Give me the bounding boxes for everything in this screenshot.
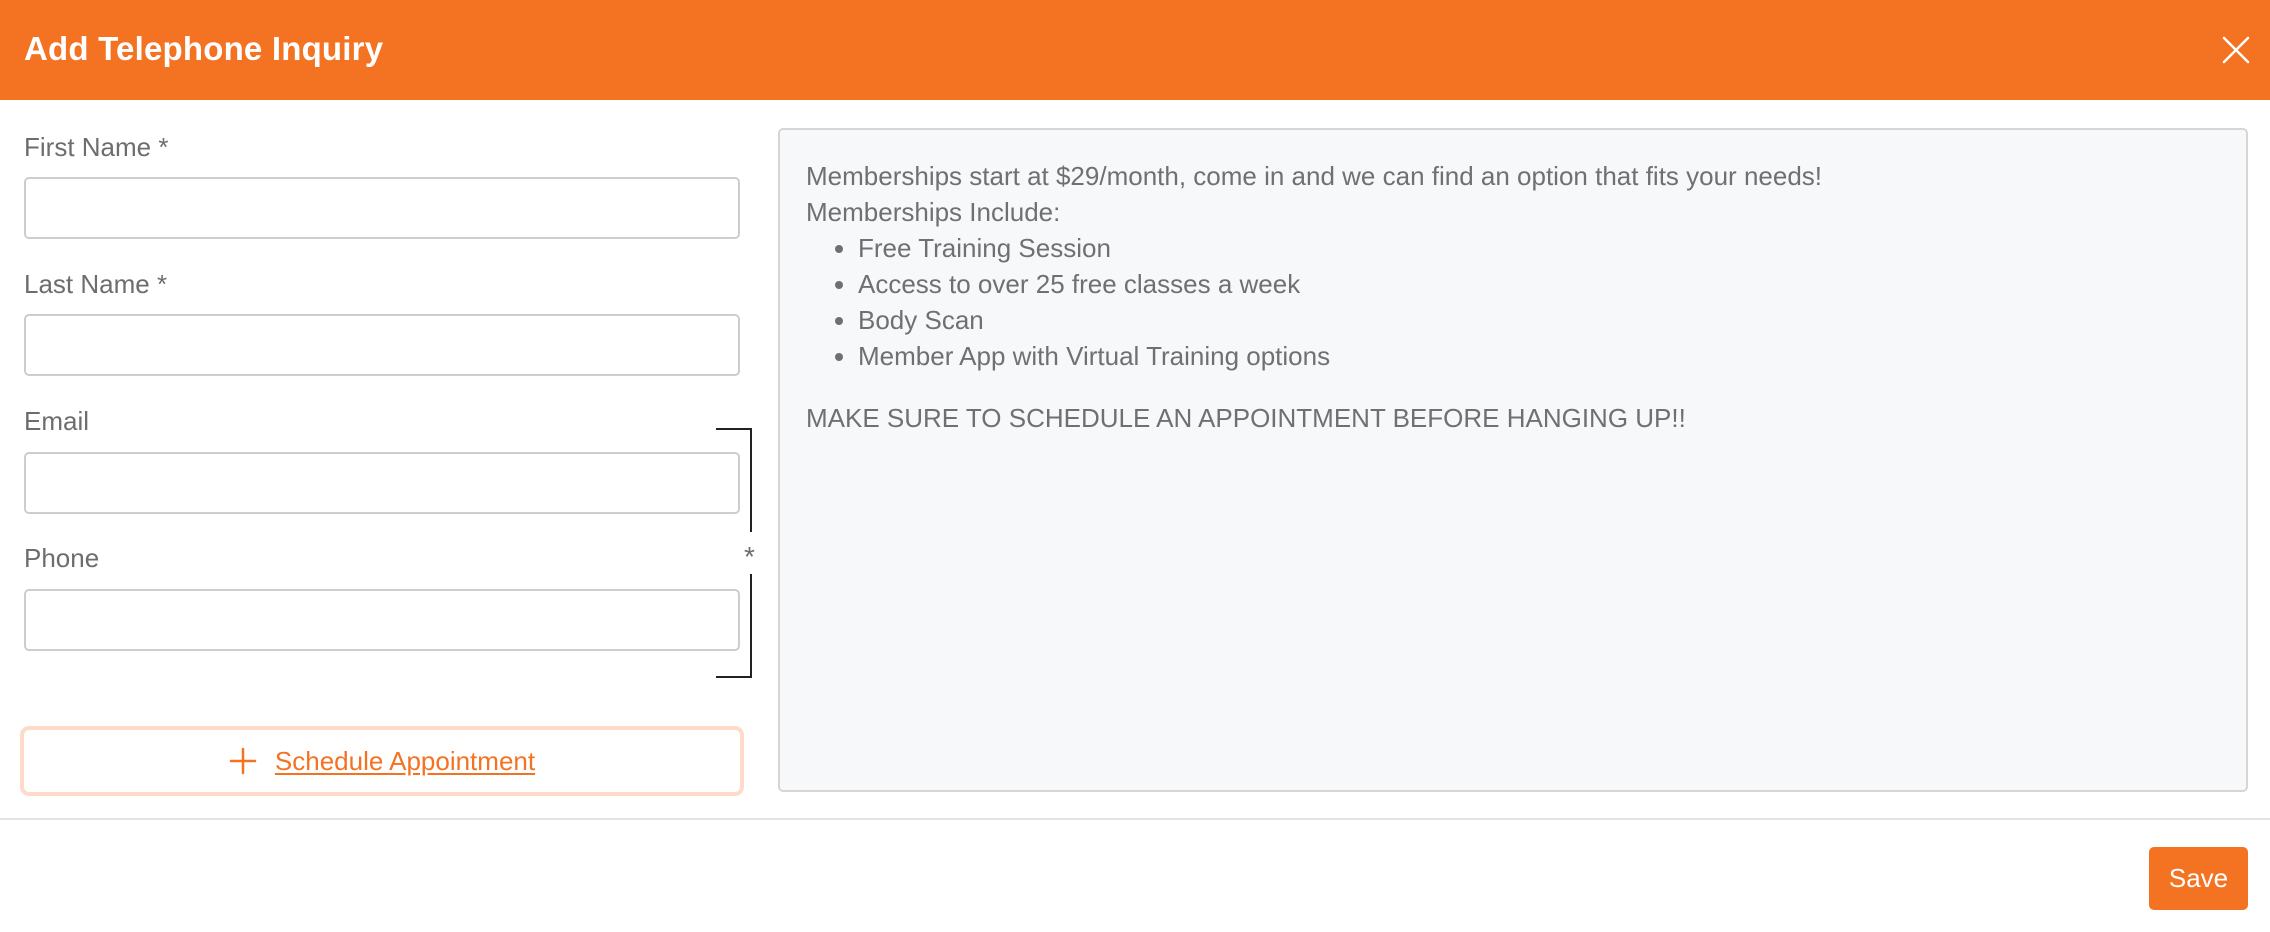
plus-icon — [229, 747, 257, 775]
membership-info-content: Memberships start at $29/month, come in … — [806, 158, 1822, 436]
contact-required-bracket-bottom — [716, 574, 752, 678]
list-item: Member App with Virtual Training options — [858, 338, 1822, 374]
modal-header: Add Telephone Inquiry — [0, 0, 2270, 100]
phone-label: Phone — [24, 543, 100, 573]
first-name-input[interactable] — [24, 177, 740, 239]
list-item: Body Scan — [858, 302, 1822, 338]
first-name-label: First Name * — [24, 132, 169, 162]
last-name-input[interactable] — [24, 314, 740, 376]
schedule-appointment-content: Schedule Appointment — [229, 746, 535, 777]
schedule-appointment-label: Schedule Appointment — [274, 745, 536, 776]
close-button[interactable] — [2220, 34, 2252, 66]
modal-title: Add Telephone Inquiry — [24, 30, 384, 67]
phone-input[interactable] — [24, 589, 740, 651]
schedule-appointment-button[interactable]: Schedule Appointment — [20, 726, 744, 796]
last-name-label: Last Name * — [24, 269, 168, 299]
add-telephone-inquiry-modal: Add Telephone Inquiry First Name * Last … — [0, 0, 2270, 932]
membership-intro: Memberships start at $29/month, come in … — [806, 161, 1823, 191]
footer-divider — [0, 818, 2270, 820]
save-button[interactable]: Save — [2149, 847, 2248, 910]
list-item: Free Training Session — [858, 230, 1822, 266]
membership-list-heading: Memberships Include: — [806, 197, 1061, 227]
membership-info-panel: Memberships start at $29/month, come in … — [778, 128, 2248, 792]
schedule-notice: MAKE SURE TO SCHEDULE AN APPOINTMENT BEF… — [806, 403, 1686, 433]
close-icon — [2222, 36, 2250, 64]
membership-benefits-list: Free Training Session Access to over 25 … — [806, 230, 1822, 374]
contact-required-marker: * — [744, 541, 755, 572]
email-label: Email — [24, 406, 90, 436]
email-input[interactable] — [24, 452, 740, 514]
contact-required-bracket-top — [716, 428, 752, 532]
list-item: Access to over 25 free classes a week — [858, 266, 1822, 302]
